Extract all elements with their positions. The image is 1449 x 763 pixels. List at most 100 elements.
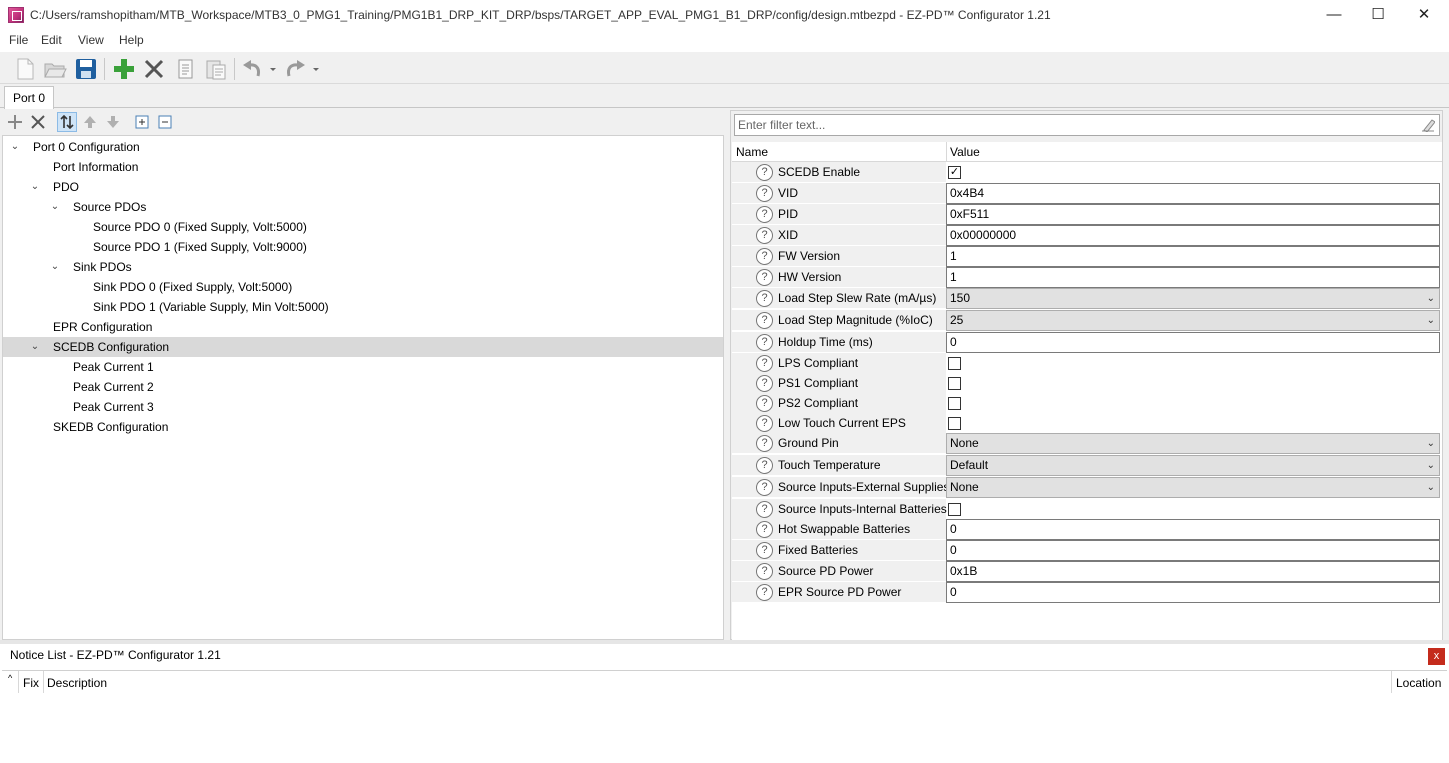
fix-column-header[interactable]: Fix bbox=[23, 676, 39, 690]
menu-help[interactable]: Help bbox=[119, 33, 144, 47]
expand-all-button[interactable] bbox=[132, 112, 152, 132]
save-button[interactable] bbox=[73, 56, 99, 82]
property-checkbox[interactable] bbox=[948, 417, 961, 430]
property-value-input[interactable]: 0 bbox=[946, 332, 1440, 353]
tree-item[interactable]: EPR Configuration bbox=[3, 317, 723, 337]
property-value-dropdown[interactable]: 150 ⌄ bbox=[946, 288, 1440, 309]
chevron-down-icon[interactable]: ⌄ bbox=[9, 137, 21, 157]
delete-button[interactable] bbox=[141, 56, 167, 82]
help-question-icon[interactable]: ? bbox=[756, 248, 773, 265]
help-question-icon[interactable]: ? bbox=[756, 185, 773, 202]
tree-item[interactable]: Source PDO 1 (Fixed Supply, Volt:9000) bbox=[3, 237, 723, 257]
property-value-dropdown[interactable]: Default ⌄ bbox=[946, 455, 1440, 476]
property-value-input[interactable]: 0 bbox=[946, 519, 1440, 540]
tree-item[interactable]: ⌄ PDO bbox=[3, 177, 723, 197]
tree-item[interactable]: Sink PDO 0 (Fixed Supply, Volt:5000) bbox=[3, 277, 723, 297]
tree-item[interactable]: Source PDO 0 (Fixed Supply, Volt:5000) bbox=[3, 217, 723, 237]
help-question-icon[interactable]: ? bbox=[756, 355, 773, 372]
chevron-down-icon[interactable]: ⌄ bbox=[29, 177, 41, 197]
tree-item[interactable]: Sink PDO 1 (Variable Supply, Min Volt:50… bbox=[3, 297, 723, 317]
property-value-input[interactable]: 1 bbox=[946, 267, 1440, 288]
tree-delete-button[interactable] bbox=[28, 112, 48, 132]
tree-item[interactable]: SKEDB Configuration bbox=[3, 417, 723, 437]
property-checkbox[interactable]: ✓ bbox=[948, 166, 961, 179]
help-question-icon[interactable]: ? bbox=[756, 312, 773, 329]
maximize-button[interactable]: ☐ bbox=[1355, 0, 1401, 30]
eraser-icon[interactable] bbox=[1421, 118, 1435, 132]
help-question-icon[interactable]: ? bbox=[756, 334, 773, 351]
collapse-all-button[interactable] bbox=[155, 112, 175, 132]
help-question-icon[interactable]: ? bbox=[756, 563, 773, 580]
property-value-dropdown[interactable]: None ⌄ bbox=[946, 433, 1440, 454]
property-name: Touch Temperature bbox=[778, 458, 881, 472]
value-column-header[interactable]: Value bbox=[950, 145, 980, 159]
help-question-icon[interactable]: ? bbox=[756, 164, 773, 181]
location-column-header[interactable]: Location bbox=[1396, 676, 1441, 690]
help-question-icon[interactable]: ? bbox=[756, 415, 773, 432]
property-value-input[interactable]: 0x1B bbox=[946, 561, 1440, 582]
property-value-input[interactable]: 0xF511 bbox=[946, 204, 1440, 225]
undo-button[interactable] bbox=[240, 56, 276, 82]
sort-button[interactable] bbox=[57, 112, 77, 132]
menu-view[interactable]: View bbox=[78, 33, 104, 47]
help-question-icon[interactable]: ? bbox=[756, 542, 773, 559]
property-value-input[interactable]: 0 bbox=[946, 582, 1440, 603]
help-question-icon[interactable]: ? bbox=[756, 479, 773, 496]
tree-item[interactable]: ⌄ Port 0 Configuration bbox=[3, 137, 723, 157]
help-question-icon[interactable]: ? bbox=[756, 584, 773, 601]
column-separator[interactable] bbox=[1391, 671, 1392, 693]
property-value-input[interactable]: 0x4B4 bbox=[946, 183, 1440, 204]
help-question-icon[interactable]: ? bbox=[756, 521, 773, 538]
paste-button[interactable] bbox=[203, 56, 229, 82]
filter-input[interactable]: Enter filter text... bbox=[734, 114, 1440, 136]
close-window-button[interactable]: ✕ bbox=[1401, 0, 1447, 30]
help-question-icon[interactable]: ? bbox=[756, 269, 773, 286]
tree-item[interactable]: Peak Current 3 bbox=[3, 397, 723, 417]
redo-button[interactable] bbox=[283, 56, 319, 82]
column-separator[interactable] bbox=[18, 671, 19, 693]
description-column-header[interactable]: Description bbox=[47, 676, 107, 690]
name-column-header[interactable]: Name bbox=[736, 145, 768, 159]
help-question-icon[interactable]: ? bbox=[756, 435, 773, 452]
tree-item[interactable]: ⌄ Sink PDOs bbox=[3, 257, 723, 277]
property-checkbox[interactable] bbox=[948, 377, 961, 390]
minimize-button[interactable]: — bbox=[1311, 0, 1357, 30]
help-question-icon[interactable]: ? bbox=[756, 290, 773, 307]
menu-edit[interactable]: Edit bbox=[41, 33, 62, 47]
help-question-icon[interactable]: ? bbox=[756, 227, 773, 244]
tree-add-button[interactable] bbox=[5, 112, 25, 132]
menu-file[interactable]: File bbox=[9, 33, 28, 47]
tree-item[interactable]: Peak Current 2 bbox=[3, 377, 723, 397]
property-checkbox[interactable] bbox=[948, 397, 961, 410]
help-question-icon[interactable]: ? bbox=[756, 375, 773, 392]
copy-button[interactable] bbox=[173, 56, 199, 82]
open-folder-button[interactable] bbox=[42, 56, 68, 82]
help-question-icon[interactable]: ? bbox=[756, 206, 773, 223]
sort-chevron-icon[interactable]: ^ bbox=[8, 673, 12, 683]
move-down-button[interactable] bbox=[103, 112, 123, 132]
notice-close-button[interactable]: x bbox=[1428, 648, 1445, 665]
tree-item[interactable]: Peak Current 1 bbox=[3, 357, 723, 377]
help-question-icon[interactable]: ? bbox=[756, 395, 773, 412]
add-button[interactable] bbox=[111, 56, 137, 82]
move-up-button[interactable] bbox=[80, 112, 100, 132]
chevron-down-icon[interactable]: ⌄ bbox=[29, 337, 41, 357]
property-value-input[interactable]: 0x00000000 bbox=[946, 225, 1440, 246]
column-separator[interactable] bbox=[43, 671, 44, 693]
property-value-dropdown[interactable]: 25 ⌄ bbox=[946, 310, 1440, 331]
tab-port-0[interactable]: Port 0 bbox=[4, 86, 55, 109]
new-file-button[interactable] bbox=[12, 56, 38, 82]
property-value-input[interactable]: 0 bbox=[946, 540, 1440, 561]
help-question-icon[interactable]: ? bbox=[756, 457, 773, 474]
property-value-dropdown[interactable]: None ⌄ bbox=[946, 477, 1440, 498]
tree-item[interactable]: Port Information bbox=[3, 157, 723, 177]
column-separator[interactable] bbox=[946, 142, 947, 162]
chevron-down-icon[interactable]: ⌄ bbox=[49, 257, 61, 277]
tree-item[interactable]: ⌄ SCEDB Configuration bbox=[3, 337, 723, 357]
chevron-down-icon[interactable]: ⌄ bbox=[49, 197, 61, 217]
property-checkbox[interactable] bbox=[948, 503, 961, 516]
property-checkbox[interactable] bbox=[948, 357, 961, 370]
tree-item[interactable]: ⌄ Source PDOs bbox=[3, 197, 723, 217]
property-value-input[interactable]: 1 bbox=[946, 246, 1440, 267]
help-question-icon[interactable]: ? bbox=[756, 501, 773, 518]
